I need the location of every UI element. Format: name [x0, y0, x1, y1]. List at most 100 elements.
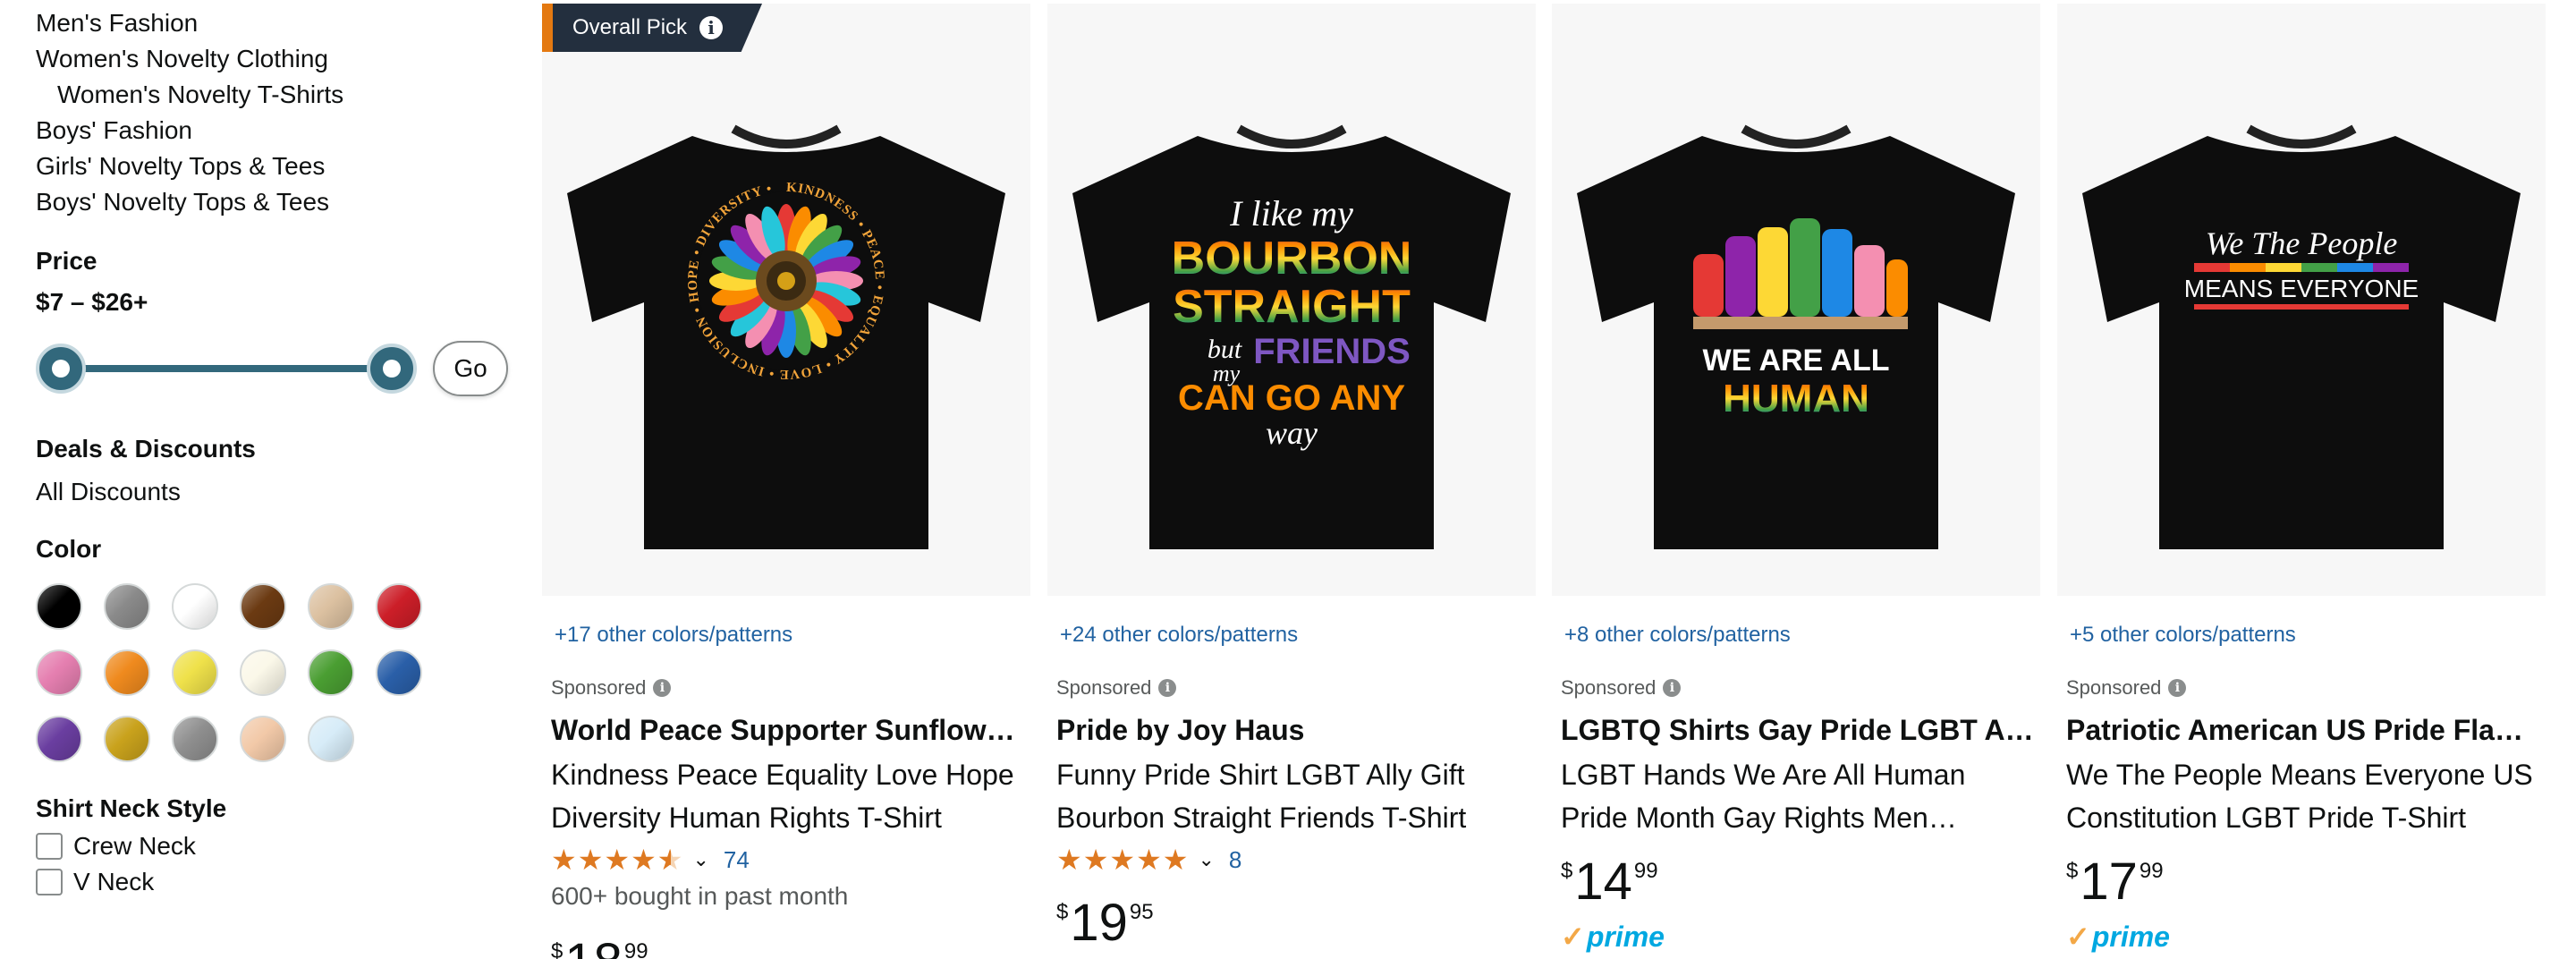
product-image[interactable]: We The People MEANS EVERYONE	[2073, 111, 2529, 558]
color-swatch-red[interactable]	[376, 583, 422, 630]
color-swatch-brown[interactable]	[240, 583, 286, 630]
price-symbol: $	[1561, 859, 1573, 883]
color-swatch-green[interactable]	[308, 649, 354, 696]
price-range-value: $7 – $26+	[36, 288, 148, 316]
product-image[interactable]: KINDNESS • PEACE • EQUALITY • LOVE • INC…	[558, 111, 1014, 558]
product-image-area[interactable]: WE ARE ALL HUMAN	[1552, 4, 2040, 596]
overall-pick-badge[interactable]: Overall Pick i	[542, 4, 763, 52]
product-price[interactable]: $ 18 99	[551, 934, 648, 959]
product-rating[interactable]: ★★★★★★ ⌄ 74	[551, 843, 750, 877]
product-card: KINDNESS • PEACE • EQUALITY • LOVE • INC…	[542, 0, 1030, 959]
category-link-mens-fashion[interactable]: Men's Fashion	[36, 5, 519, 41]
shirt-text-line: STRAIGHT	[1173, 281, 1411, 333]
product-title[interactable]: Kindness Peace Equality Love Hope Divers…	[551, 753, 1025, 839]
sponsored-label[interactable]: Sponsored i	[2066, 676, 2187, 700]
color-swatch-grey[interactable]	[104, 583, 150, 630]
color-swatch-black[interactable]	[36, 583, 82, 630]
price-slider-max-handle[interactable]	[367, 344, 417, 394]
crew-neck-checkbox[interactable]	[36, 833, 63, 860]
product-image-area[interactable]: I like my BOURBON STRAIGHT but FRIENDS m…	[1047, 4, 1536, 596]
color-swatch-yellow[interactable]	[172, 649, 218, 696]
product-price[interactable]: $ 14 99	[1561, 853, 1658, 911]
price-fraction: 99	[2139, 859, 2164, 883]
color-swatch-gold[interactable]	[104, 716, 150, 762]
crew-neck-option[interactable]: Crew Neck	[36, 828, 519, 864]
chevron-down-icon[interactable]: ⌄	[1198, 848, 1214, 871]
product-rating[interactable]: ★★★★★ ⌄ 8	[1056, 843, 1241, 877]
other-colors-link[interactable]: +8 other colors/patterns	[1564, 623, 1791, 648]
product-card: We The People MEANS EVERYONE +5 other co…	[2057, 0, 2546, 959]
shirt-text-line: I like my	[1229, 193, 1353, 233]
prime-badge: ✓ prime	[1561, 920, 1665, 954]
info-icon[interactable]: i	[653, 679, 672, 697]
sponsored-label[interactable]: Sponsored i	[551, 676, 672, 700]
sponsored-label[interactable]: Sponsored i	[1561, 676, 1682, 700]
price-slider-track[interactable]	[61, 365, 404, 372]
shirt-text-line: HUMAN	[1723, 377, 1869, 420]
shirt-text-line: We The People	[2206, 225, 2398, 261]
badge-label: Overall Pick	[572, 15, 688, 39]
category-link-boys-fashion[interactable]: Boys' Fashion	[36, 113, 519, 149]
crew-neck-label: Crew Neck	[73, 832, 196, 860]
color-swatch-multicolor[interactable]	[240, 716, 286, 762]
product-title[interactable]: Funny Pride Shirt LGBT Ally Gift Bourbon…	[1056, 753, 1530, 839]
color-swatch-purple[interactable]	[36, 716, 82, 762]
filter-sidebar: Men's Fashion Women's Novelty Clothing W…	[36, 0, 519, 900]
star-rating-icon[interactable]: ★★★★★★	[551, 843, 683, 877]
product-card: WE ARE ALL HUMAN +8 other colors/pattern…	[1552, 0, 2040, 959]
other-colors-link[interactable]: +5 other colors/patterns	[2070, 623, 2296, 648]
category-link-womens-novelty-clothing[interactable]: Women's Novelty Clothing	[36, 41, 519, 77]
category-list: Men's Fashion Women's Novelty Clothing W…	[36, 5, 519, 220]
category-link-womens-novelty-tshirts[interactable]: Women's Novelty T-Shirts	[36, 77, 519, 113]
category-link-girls-novelty-tops[interactable]: Girls' Novelty Tops & Tees	[36, 149, 519, 184]
price-slider[interactable]: Go	[36, 333, 519, 404]
product-image-area[interactable]: We The People MEANS EVERYONE	[2057, 4, 2546, 596]
product-brand[interactable]: LGBTQ Shirts Gay Pride LGBT Allies	[1561, 710, 2035, 750]
info-icon[interactable]: i	[699, 16, 724, 39]
product-brand[interactable]: Pride by Joy Haus	[1056, 710, 1530, 750]
product-price[interactable]: $ 19 95	[1056, 895, 1154, 952]
shirt-text-line: MEANS EVERYONE	[2184, 275, 2419, 302]
product-brand[interactable]: World Peace Supporter Sunflower Designs	[551, 710, 1025, 750]
info-icon[interactable]: i	[1663, 679, 1682, 697]
prime-check-icon: ✓	[1561, 921, 1585, 953]
price-fraction: 99	[623, 939, 648, 959]
other-colors-link[interactable]: +24 other colors/patterns	[1060, 623, 1298, 648]
category-link-boys-novelty-tops[interactable]: Boys' Novelty Tops & Tees	[36, 184, 519, 220]
color-swatch-beige[interactable]	[308, 583, 354, 630]
v-neck-checkbox[interactable]	[36, 869, 63, 895]
other-colors-link[interactable]: +17 other colors/patterns	[555, 623, 792, 648]
color-swatch-blue[interactable]	[376, 649, 422, 696]
price-whole: 19	[1070, 894, 1128, 952]
product-title[interactable]: LGBT Hands We Are All Human Pride Month …	[1561, 753, 2035, 839]
rating-count[interactable]: 74	[724, 846, 750, 874]
color-swatch-white[interactable]	[172, 583, 218, 630]
product-price[interactable]: $ 17 99	[2066, 853, 2164, 911]
price-go-button[interactable]: Go	[433, 341, 508, 396]
info-icon[interactable]: i	[1158, 679, 1177, 697]
shirt-text-line: BOURBON	[1172, 233, 1412, 284]
color-swatch-ivory[interactable]	[240, 649, 286, 696]
product-image-area[interactable]: KINDNESS • PEACE • EQUALITY • LOVE • INC…	[542, 4, 1030, 596]
info-icon[interactable]: i	[2168, 679, 2187, 697]
product-image[interactable]: I like my BOURBON STRAIGHT but FRIENDS m…	[1063, 111, 1520, 558]
color-swatch-clear[interactable]	[308, 716, 354, 762]
shirt-text-line: way	[1266, 415, 1318, 451]
product-title[interactable]: We The People Means Everyone US Constitu…	[2066, 753, 2540, 839]
sponsored-label[interactable]: Sponsored i	[1056, 676, 1177, 700]
product-image[interactable]: WE ARE ALL HUMAN	[1568, 111, 2024, 558]
rating-count[interactable]: 8	[1229, 846, 1241, 874]
product-brand[interactable]: Patriotic American US Pride Flag Designs	[2066, 710, 2540, 750]
v-neck-option[interactable]: V Neck	[36, 864, 519, 900]
all-discounts-link[interactable]: All Discounts	[36, 474, 519, 510]
color-swatch-pink[interactable]	[36, 649, 82, 696]
chevron-down-icon[interactable]: ⌄	[692, 848, 708, 871]
price-symbol: $	[2066, 859, 2079, 883]
price-slider-min-handle[interactable]	[36, 344, 86, 394]
product-card: I like my BOURBON STRAIGHT but FRIENDS m…	[1047, 0, 1536, 959]
price-symbol: $	[1056, 900, 1069, 924]
color-swatch-silver[interactable]	[172, 716, 218, 762]
color-swatch-orange[interactable]	[104, 649, 150, 696]
price-fraction: 95	[1129, 900, 1154, 924]
star-rating-icon[interactable]: ★★★★★	[1056, 843, 1189, 877]
